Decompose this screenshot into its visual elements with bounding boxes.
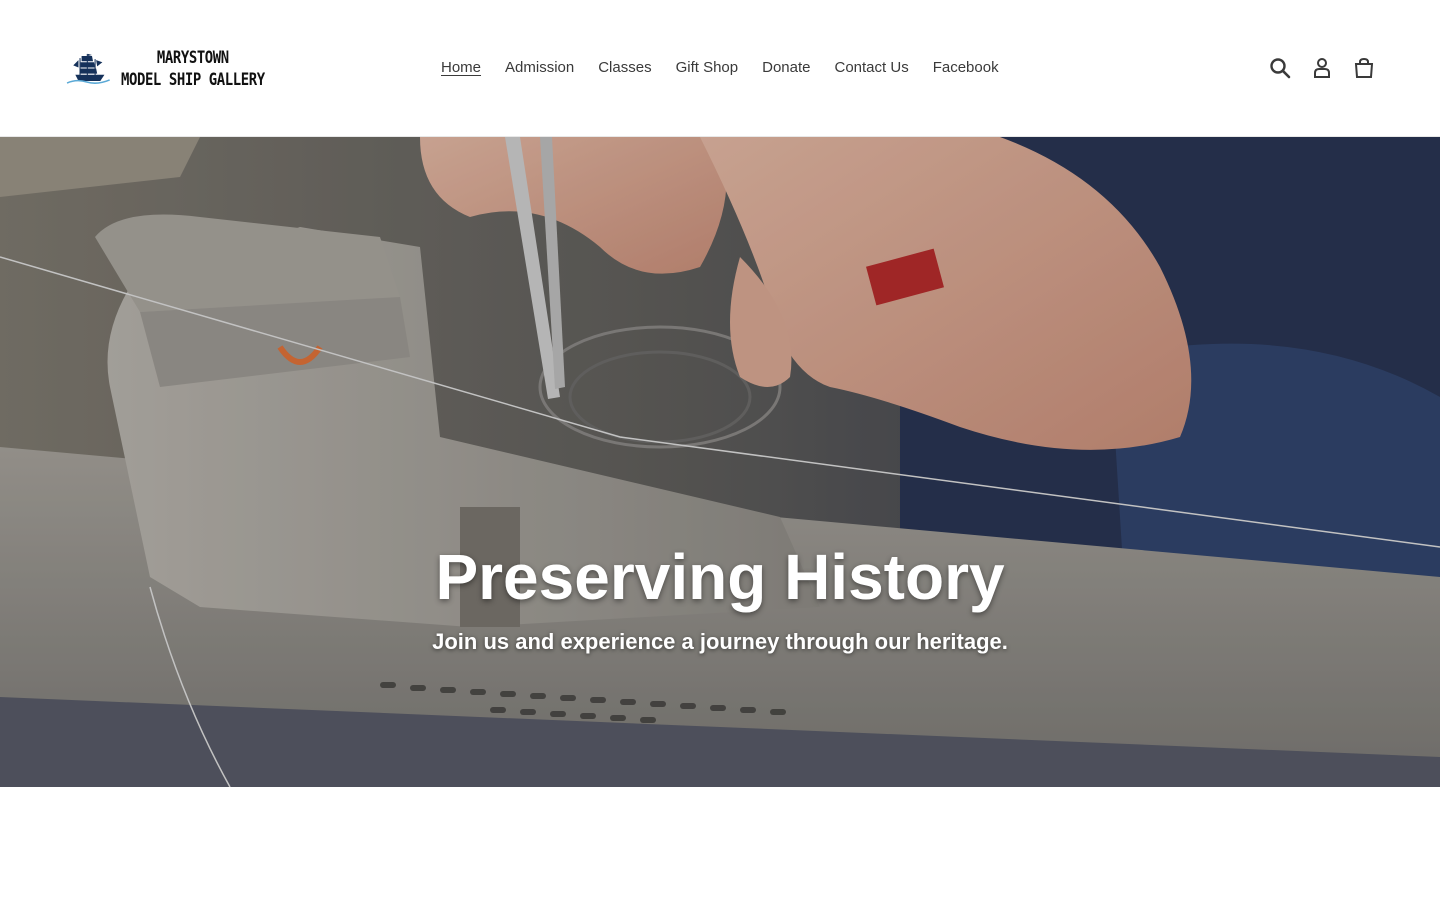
site-logo[interactable]: MARYSTOWN MODEL SHIP GALLERY	[66, 38, 296, 100]
nav-home[interactable]: Home	[429, 56, 493, 80]
account-icon	[1314, 58, 1330, 78]
cart-button[interactable]	[1352, 56, 1376, 80]
account-button[interactable]	[1310, 56, 1334, 80]
logo-wordmark: MARYSTOWN MODEL SHIP GALLERY	[121, 47, 265, 91]
hero-text: Preserving History Join us and experienc…	[0, 539, 1440, 657]
search-icon	[1270, 58, 1291, 79]
nav-donate[interactable]: Donate	[750, 56, 822, 80]
nav-facebook[interactable]: Facebook	[921, 56, 1011, 80]
logo-line-2: MODEL SHIP GALLERY	[120, 70, 265, 90]
hero-overlay	[0, 137, 1440, 787]
nav-admission[interactable]: Admission	[493, 56, 586, 80]
hero-subtitle: Join us and experience a journey through…	[432, 629, 1008, 654]
page-content-area	[0, 787, 1440, 900]
nav-contact-us[interactable]: Contact Us	[823, 56, 921, 80]
cart-icon	[1354, 57, 1374, 78]
hero-banner: Preserving History Join us and experienc…	[0, 137, 1440, 787]
hero-title: Preserving History	[435, 541, 1005, 613]
logo-line-1: MARYSTOWN	[156, 48, 229, 68]
nav-classes[interactable]: Classes	[586, 56, 663, 80]
nav-gift-shop[interactable]: Gift Shop	[664, 56, 751, 80]
main-nav: Home Admission Classes Gift Shop Donate …	[429, 56, 1011, 80]
header-icons	[1268, 56, 1376, 80]
ship-logo-icon	[66, 53, 110, 84]
search-button[interactable]	[1268, 56, 1292, 80]
site-header: MARYSTOWN MODEL SHIP GALLERY Home Admiss…	[0, 0, 1440, 137]
